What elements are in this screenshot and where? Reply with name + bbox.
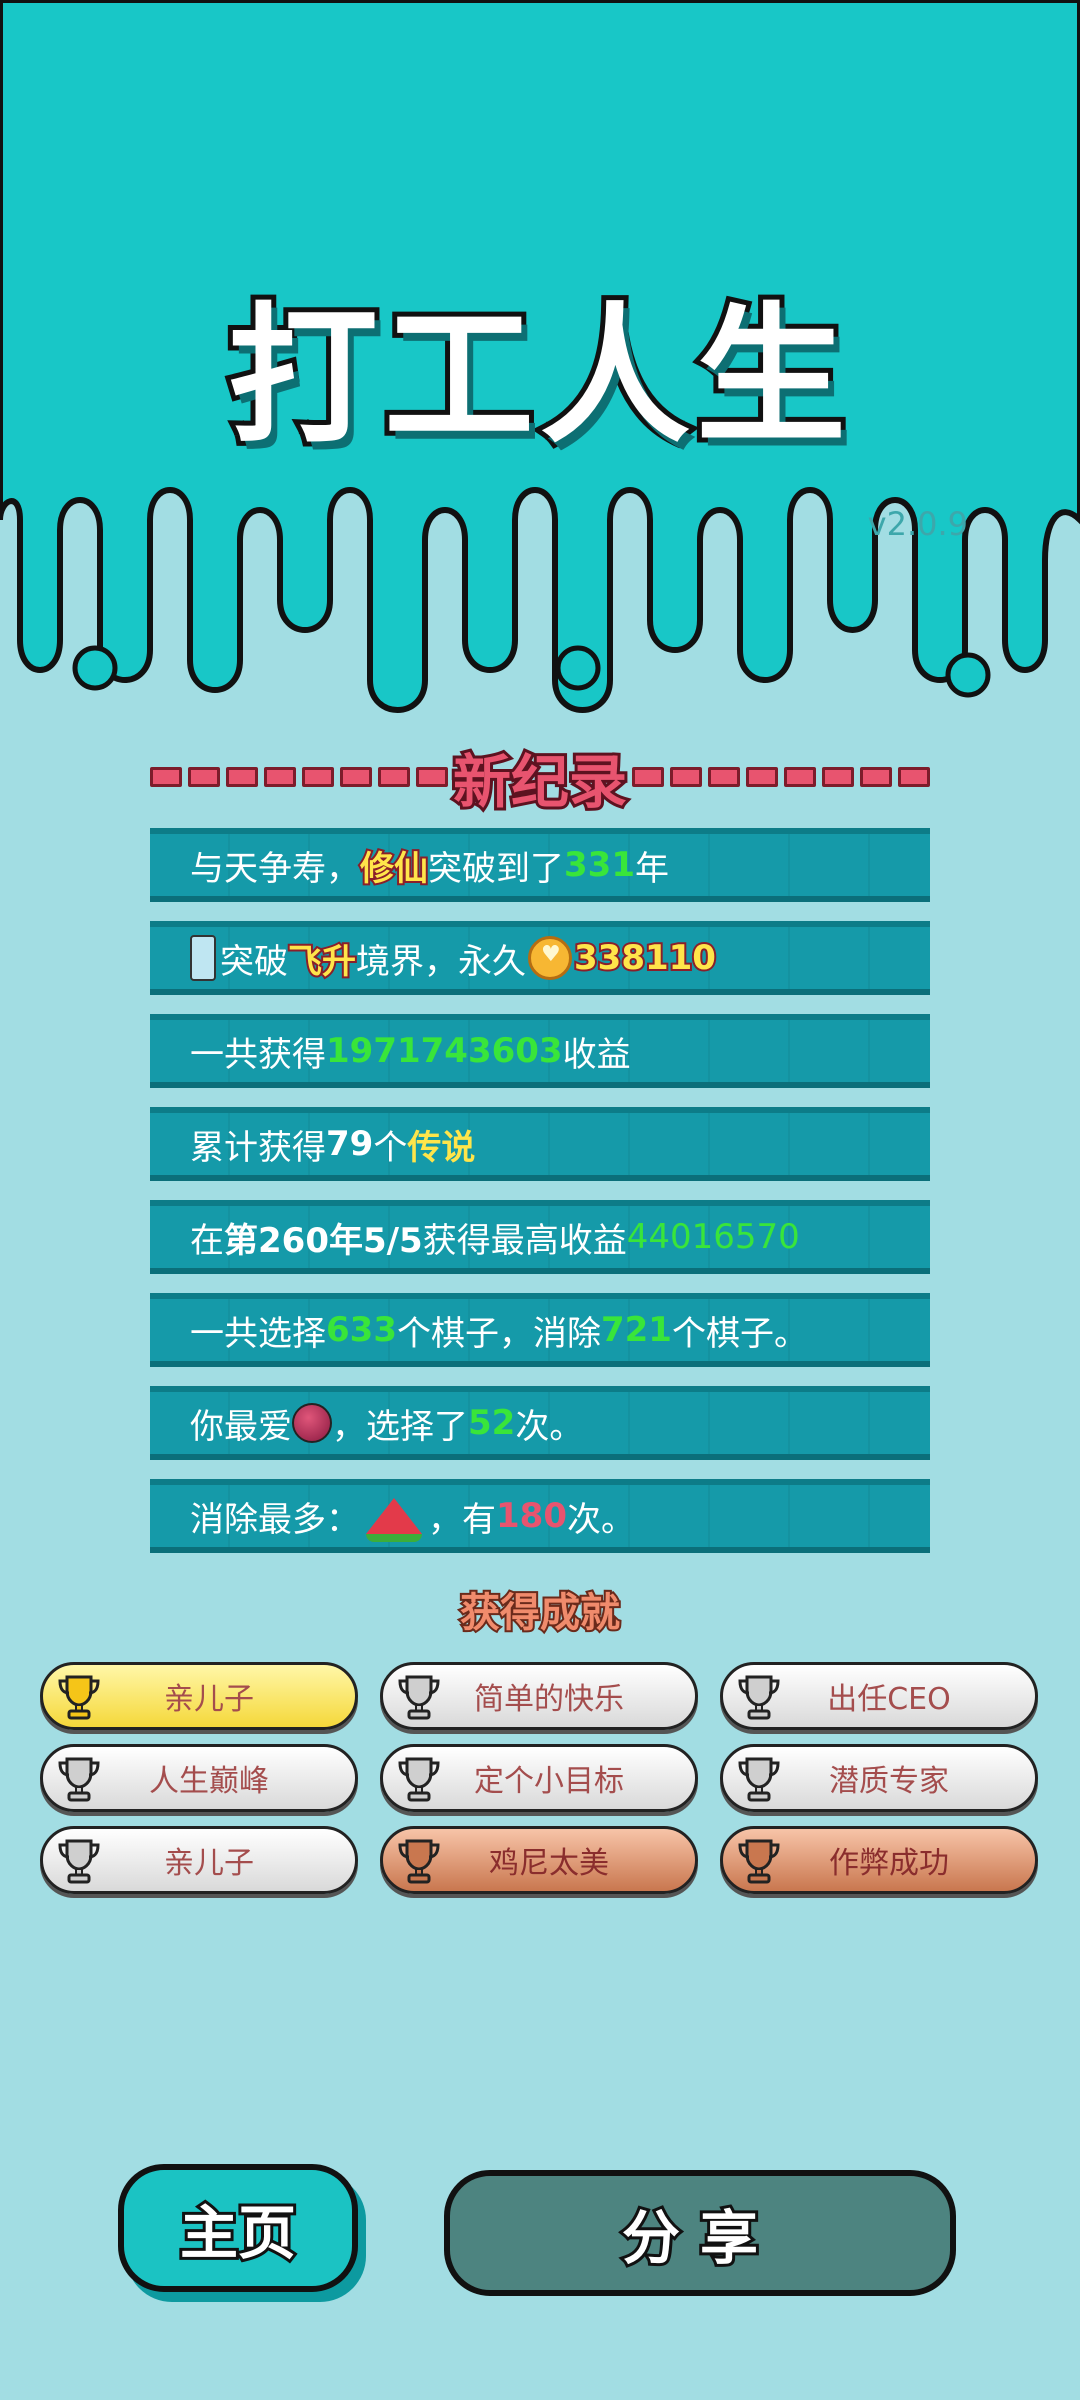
home-button[interactable]: 主页 [118,2164,358,2292]
stat-row-best-income: 在 第260年5/5 获得最高收益 44016570 [150,1200,930,1274]
stat-row-total-income: 一共获得 1971743603 收益 [150,1014,930,1088]
right-dash-decoration [632,767,930,789]
trophy-icon [738,1839,780,1884]
trophy-icon [398,1675,440,1720]
achievement-badge[interactable]: 鸡尼太美 [380,1826,698,1894]
trophy-icon [398,1757,440,1802]
new-record-header: 新纪录 [150,735,930,819]
stat-row-most-cleared: 消除最多： ，有 180 次。 [150,1479,930,1553]
watermelon-icon [366,1498,422,1542]
stat-row-pieces: 一共选择 633 个棋子，消除 721 个棋子。 [150,1293,930,1367]
stat-row-favorite: 你最爱 ，选择了 52 次。 [150,1386,930,1460]
share-button[interactable]: 分享 [444,2170,956,2296]
achievement-badge[interactable]: 出任CEO [720,1662,1038,1730]
lychee-icon [292,1403,332,1443]
achievement-badge[interactable]: 简单的快乐 [380,1662,698,1730]
stat-row-ascension: 突破 飞升 境界，永久 338110 [150,921,930,995]
achievements-grid: 亲儿子 简单的快乐 出任CEO 人生巅峰 定个小目标 潜质专家 亲儿子 鸡尼太美… [40,1662,1040,1894]
trophy-icon [738,1675,780,1720]
trophy-icon [58,1839,100,1884]
achievement-badge[interactable]: 潜质专家 [720,1744,1038,1812]
achievement-badge[interactable]: 作弊成功 [720,1826,1038,1894]
fridge-icon [190,935,216,981]
achievement-badge[interactable]: 定个小目标 [380,1744,698,1812]
achievement-badge[interactable]: 亲儿子 [40,1826,358,1894]
coin-icon [528,936,572,980]
version-label: v2.0.9 [867,505,968,543]
header: 打工人生 v2.0.9 [0,0,1080,720]
achievement-badge[interactable]: 亲儿子 [40,1662,358,1730]
game-title: 打工人生 [223,285,852,469]
stats-list: 与天争寿， 修仙 突破到了 331 年 突破 飞升 境界，永久 338110 一… [150,828,930,1572]
trophy-icon [58,1675,100,1720]
trophy-icon [738,1757,780,1802]
achievement-badge[interactable]: 人生巅峰 [40,1744,358,1812]
trophy-icon [398,1839,440,1884]
achievements-title: 获得成就 [458,1588,622,1638]
trophy-icon [58,1757,100,1802]
stat-row-lifespan: 与天争寿， 修仙 突破到了 331 年 [150,828,930,902]
stat-row-legends: 累计获得 79 个 传说 [150,1107,930,1181]
